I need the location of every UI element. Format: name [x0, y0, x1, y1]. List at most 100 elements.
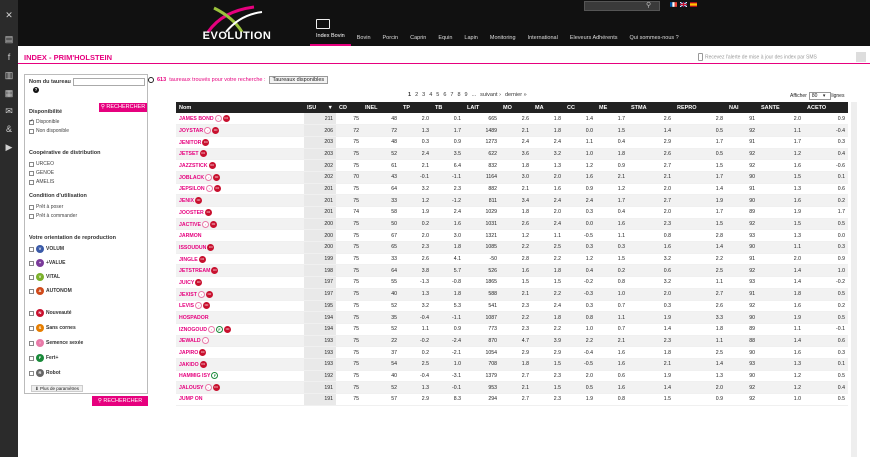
checkbox-box[interactable] [29, 325, 34, 331]
flag-fr-icon[interactable] [670, 2, 677, 7]
orientation-option-2[interactable]: V VITAL [29, 273, 60, 281]
page-link-3[interactable]: 4 [429, 92, 432, 98]
page-link-10[interactable]: suivant › [480, 92, 501, 98]
nav-item-8[interactable]: Eleveurs Adhérents [564, 22, 624, 46]
more-params-button[interactable]: ⬇ Plus de paramètres [31, 385, 84, 392]
checkbox-urceo[interactable]: URCEO [29, 161, 54, 167]
orientation-option-6[interactable]: ♀ Semence sexée [29, 339, 83, 347]
bull-name-link[interactable]: ISSOUDUN ••• [176, 241, 304, 254]
table-row[interactable]: LEVIS ♀ ••• 195 75 52 3.2 5.3 541 2.3 2.4 0.3 0.7 0.3… [176, 300, 848, 313]
orientation-option-7[interactable]: F Fert+ [29, 354, 58, 362]
search-button[interactable]: ⚲ RECHERCHER [99, 103, 147, 112]
column-header-aceto[interactable]: ACETO [804, 102, 848, 113]
checkbox-box[interactable] [29, 246, 34, 252]
bull-name-link[interactable]: JOYSTAR ♀ ••• [176, 124, 304, 137]
checkbox-box[interactable] [29, 355, 34, 361]
table-row[interactable]: IZNOGOUD ♀ F ••• 194 75 52 1.1 0.9 773 2.3 2.2 1.0 0.… [176, 323, 848, 336]
page-link-5[interactable]: 6 [443, 92, 446, 98]
page-link-8[interactable]: 9 [465, 92, 468, 98]
chart-icon[interactable]: ▦ [0, 84, 18, 102]
bull-name-link[interactable]: JEXIST ♀ ••• [176, 288, 304, 301]
orientation-option-4[interactable]: N Nouveauté [29, 309, 72, 317]
page-link-1[interactable]: 2 [415, 92, 418, 98]
table-row[interactable]: JUMP ON 191 75 57 2.9 8.3 294 2.7 2.3 1.9 0.8 1.5 0.… [176, 393, 848, 406]
nav-item-9[interactable]: Qui sommes-nous ? [624, 22, 685, 46]
table-row[interactable]: JAPIRO ••• 193 75 37 0.2 -2.1 1054 2.9 2.9 -0.4 1.6… [176, 346, 848, 359]
rows-select[interactable]: 80 [808, 92, 831, 100]
orientation-option-5[interactable]: S Sans cornes [29, 324, 76, 332]
mail-icon[interactable]: ✉ [0, 102, 18, 120]
bull-name-link[interactable]: HOSPADOR [176, 311, 304, 324]
bull-name-link[interactable]: JARMON [176, 229, 304, 243]
book-icon[interactable]: ▥ [0, 66, 18, 84]
table-row[interactable]: JEXIST ♀ ••• 197 75 40 1.3 1.8 588 2.1 2.2 -0.3 1.0 2… [176, 288, 848, 301]
bull-name-link[interactable]: JOOSTER ••• [176, 206, 304, 219]
table-row[interactable]: JARMON 200 75 67 2.0 3.0 1321 1.2 1.1 -0.5 1.1 0.8 2… [176, 229, 848, 243]
column-header-cd[interactable]: CD [336, 102, 362, 113]
orientation-option-8[interactable]: R Robot [29, 369, 60, 377]
flag-es-icon[interactable] [690, 2, 697, 7]
checkbox-pret-a-commander[interactable]: Prêt à commander [29, 213, 77, 219]
search-button-bottom[interactable]: ⚲ RECHERCHER [92, 396, 148, 406]
bull-name-link[interactable]: IZNOGOUD ♀ F ••• [176, 323, 304, 336]
nav-item-6[interactable]: Monitoring [484, 22, 522, 46]
table-row[interactable]: JINGLE ••• 199 75 33 2.6 4.1 -50 2.8 2.2 1.2 1.5 3.2… [176, 253, 848, 266]
column-header-repro[interactable]: REPRO [674, 102, 726, 113]
checkbox-box[interactable] [29, 260, 34, 266]
bull-name-link[interactable]: JETSTREAM ••• [176, 264, 304, 278]
nav-item-1[interactable]: Bovin [351, 22, 377, 46]
column-header-nai[interactable]: NAI [726, 102, 758, 113]
page-link-6[interactable]: 7 [450, 92, 453, 98]
table-row[interactable]: JOBLACK ♀ ••• 202 70 43 -0.1 -1.1 1164 3.0 2.0 1.6 2… [176, 171, 848, 184]
column-header-nom[interactable]: Nom [176, 102, 304, 113]
nav-item-0[interactable]: Index Bovin [310, 19, 351, 46]
column-header-cc[interactable]: CC [564, 102, 596, 113]
orientation-option-1[interactable]: + +VALUE [29, 259, 66, 267]
page-link-4[interactable]: 5 [436, 92, 439, 98]
table-row[interactable]: JOYSTAR ♀ ••• 206 72 72 1.3 1.7 1489 2.1 1.8 0.0 1.5… [176, 124, 848, 137]
filter-tag[interactable]: Taureaux disponibles [268, 76, 329, 84]
table-row[interactable]: JENIX ••• 201 75 33 1.2 -1.2 811 3.4 2.4 2.4 1.7 2.7… [176, 194, 848, 207]
flag-uk-icon[interactable] [680, 2, 687, 7]
bull-name-link[interactable]: JEWALD ♀ [176, 335, 304, 348]
table-row[interactable]: JUICY ••• 197 75 55 -1.3 -0.8 1865 1.5 1.5 -0.2 0.8… [176, 276, 848, 289]
bull-name-link[interactable]: JUMP ON [176, 393, 304, 406]
search-icon[interactable]: ⚲ [646, 1, 651, 9]
checkbox-box[interactable] [29, 370, 34, 376]
checkbox-pret-a-poser[interactable]: Prêt à poser [29, 204, 63, 210]
checkbox-genoe[interactable]: GENOE [29, 170, 54, 176]
checkbox-box[interactable] [29, 274, 34, 280]
nav-item-2[interactable]: Porcin [377, 22, 405, 46]
bull-name-link[interactable]: JUICY ••• [176, 276, 304, 289]
table-row[interactable]: JAKIDO ••• 193 75 54 2.5 1.0 708 1.8 1.5 -0.5 1.6 2.… [176, 358, 848, 371]
bull-name-link[interactable]: JALOUSY ♀ ••• [176, 381, 304, 394]
bull-name-link[interactable]: JAZZSTICK ••• [176, 159, 304, 172]
column-header-me[interactable]: ME [596, 102, 628, 113]
checkbox-box[interactable] [29, 204, 34, 210]
column-header-tb[interactable]: TB [432, 102, 464, 113]
nav-item-4[interactable]: Equin [432, 22, 458, 46]
checkbox-unavailable[interactable]: Non disponible [29, 128, 69, 134]
checkbox-box[interactable] [29, 213, 34, 219]
link-icon[interactable]: & [0, 120, 18, 138]
column-header-tp[interactable]: TP [400, 102, 432, 113]
bull-name-link[interactable]: JOBLACK ♀ ••• [176, 171, 304, 184]
table-row[interactable]: JETSTREAM ••• 198 75 64 3.8 5.7 526 1.6 1.8 0.4 0.2… [176, 264, 848, 278]
sms-alert-link[interactable]: Recevez l'alerte de mise à jour des inde… [698, 53, 817, 61]
table-row[interactable]: JAMES BOND ♀ ••• 211 75 48 2.0 0.1 665 2.6 1.8 1.4 1… [176, 113, 848, 126]
help-icon[interactable]: ? [33, 87, 39, 93]
page-link-2[interactable]: 3 [422, 92, 425, 98]
checkbox-box[interactable] [29, 128, 34, 134]
bull-name-link[interactable]: JAPIRO ••• [176, 346, 304, 359]
sort-desc-icon[interactable]: ▼ [328, 105, 333, 111]
checkbox-box[interactable] [29, 170, 34, 176]
document-icon[interactable]: ▤ [0, 30, 18, 48]
chevron-down-icon[interactable]: ▾ [823, 93, 826, 99]
orientation-option-3[interactable]: A AUTONOM [29, 287, 72, 295]
column-header-sante[interactable]: SANTE [758, 102, 804, 113]
checkbox-box[interactable] [29, 340, 34, 346]
table-row[interactable]: JEPSILON ♀ ••• 201 75 64 3.2 2.3 882 2.1 1.6 0.9 1.2… [176, 183, 848, 196]
bull-name-link[interactable]: JINGLE ••• [176, 253, 304, 266]
page-link-11[interactable]: dernier » [505, 92, 527, 98]
table-row[interactable]: HOSPADOR 194 75 35 -0.4 -1.1 1087 2.2 1.8 0.8 1.1 1… [176, 311, 848, 324]
